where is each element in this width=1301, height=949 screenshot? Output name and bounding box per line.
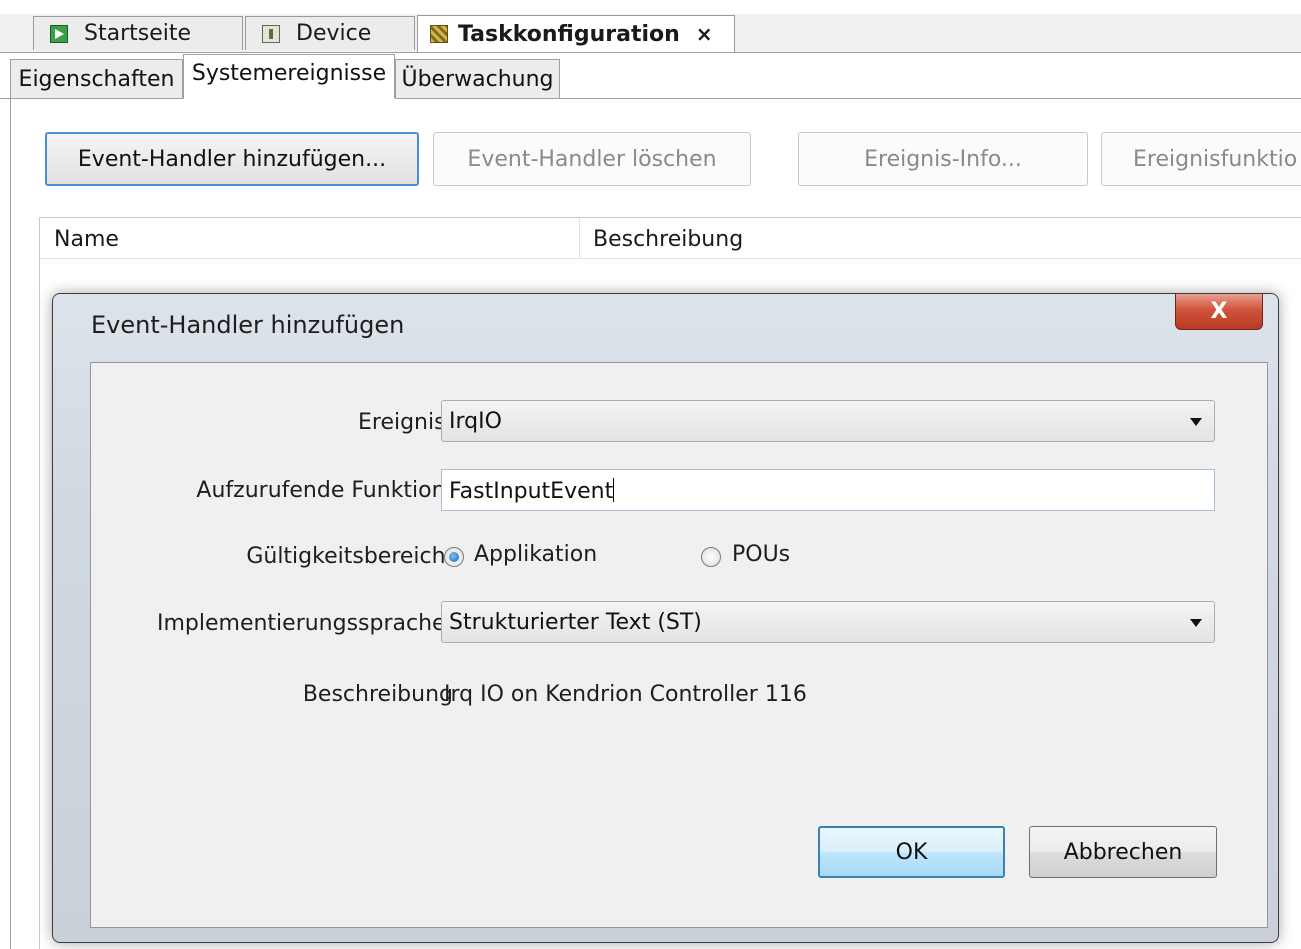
tab-eigenschaften[interactable]: Eigenschaften <box>10 59 183 99</box>
description-value: Irq IO on Kendrion Controller 116 <box>444 682 807 707</box>
add-event-handler-dialog: Event-Handler hinzufügen X Ereignis: Irq… <box>52 293 1279 943</box>
language-value: Strukturierter Text (ST) <box>449 610 702 635</box>
event-value: IrqIO <box>449 409 502 434</box>
cancel-button[interactable]: Abbrechen <box>1029 826 1217 878</box>
column-header-description[interactable]: Beschreibung <box>593 227 743 252</box>
scope-pous-label[interactable]: POUs <box>732 542 790 567</box>
description-label: Beschreibung <box>302 682 453 707</box>
function-name-input[interactable]: FastInputEvent <box>441 469 1215 511</box>
editor-tab-strip: Startseite Device Taskkonfiguration × <box>0 14 1301 53</box>
tab-label: Startseite <box>84 21 192 46</box>
task-configuration-icon <box>430 25 448 43</box>
dialog-title: Event-Handler hinzufügen <box>91 311 405 339</box>
chevron-down-icon <box>1190 619 1202 627</box>
function-label: Aufzurufende Funktion: <box>196 478 453 503</box>
device-icon <box>262 24 280 43</box>
tab-label: Systemereignisse <box>191 61 387 86</box>
chevron-down-icon <box>1190 418 1202 426</box>
dialog-close-button[interactable]: X <box>1175 294 1263 330</box>
tab-ueberwachung[interactable]: Überwachung <box>395 59 560 99</box>
tab-label: Device <box>296 21 372 46</box>
text-caret <box>613 478 615 502</box>
top-margin <box>0 0 1301 14</box>
tab-label: Taskkonfiguration <box>458 21 680 47</box>
language-dropdown[interactable]: Strukturierter Text (ST) <box>441 601 1215 643</box>
column-separator[interactable] <box>579 218 580 258</box>
close-icon[interactable]: × <box>696 22 713 46</box>
event-handler-list-header: Name Beschreibung <box>39 217 1301 259</box>
tab-taskkonfiguration[interactable]: Taskkonfiguration × <box>417 15 735 52</box>
event-function-button[interactable]: Ereignisfunktio <box>1101 132 1301 186</box>
ok-button[interactable]: OK <box>818 826 1005 878</box>
tab-startseite[interactable]: Startseite <box>33 16 243 50</box>
tab-device[interactable]: Device <box>245 16 415 50</box>
dialog-body: Ereignis: IrqIO Aufzurufende Funktion: F… <box>90 362 1268 928</box>
tab-label: Eigenschaften <box>18 66 175 92</box>
event-info-button[interactable]: Ereignis-Info... <box>798 132 1088 186</box>
delete-event-handler-button[interactable]: Event-Handler löschen <box>433 132 751 186</box>
event-dropdown[interactable]: IrqIO <box>441 400 1215 442</box>
function-name-value: FastInputEvent <box>449 479 614 504</box>
language-label: Implementierungssprache: <box>156 611 453 636</box>
scope-applikation-label[interactable]: Applikation <box>474 542 597 567</box>
close-icon: X <box>1210 299 1228 324</box>
column-header-name[interactable]: Name <box>54 227 119 252</box>
add-event-handler-button[interactable]: Event-Handler hinzufügen... <box>45 132 419 186</box>
scope-pous-radio[interactable] <box>701 547 721 567</box>
sub-tab-strip: Eigenschaften Systemereignisse Überwachu… <box>0 53 1301 99</box>
start-page-icon <box>50 24 68 43</box>
tab-label: Überwachung <box>401 66 554 92</box>
scope-applikation-radio[interactable] <box>444 547 464 567</box>
scope-label: Gültigkeitsbereich: <box>246 544 453 569</box>
tab-systemereignisse[interactable]: Systemereignisse <box>183 54 395 99</box>
event-label: Ereignis: <box>357 410 453 435</box>
